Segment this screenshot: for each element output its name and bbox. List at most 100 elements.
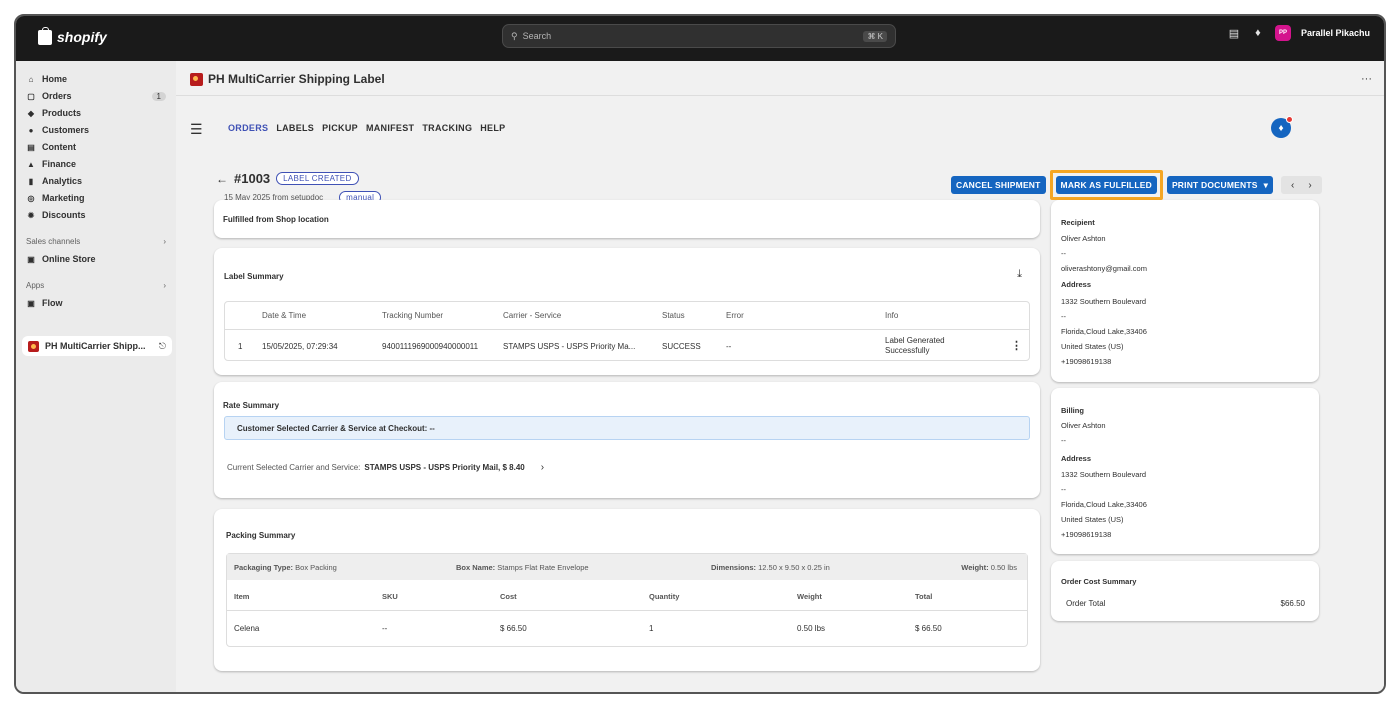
sales-channels-heading[interactable]: Sales channels › [26, 237, 166, 246]
col-error: Error [726, 311, 744, 320]
prev-arrow-icon[interactable]: ‹ [1291, 180, 1294, 191]
cost-summary-title: Order Cost Summary [1061, 577, 1137, 586]
sidebar-item-marketing[interactable]: ◎ Marketing [26, 190, 166, 206]
nav-pickup[interactable]: PICKUP [322, 123, 358, 133]
row-tracking[interactable]: 9400111969000940000011 [382, 342, 478, 351]
chat-icon[interactable]: ▤ [1227, 26, 1241, 40]
nav-help[interactable]: HELP [480, 123, 505, 133]
back-arrow-icon[interactable]: ← [216, 172, 228, 186]
order-total-label: Order Total [1066, 599, 1106, 608]
recipient-dash: -- [1061, 249, 1066, 258]
sidebar-item-flow[interactable]: ▣ Flow [26, 295, 166, 311]
rate-summary-card: Rate Summary Customer Selected Carrier &… [214, 382, 1040, 498]
sidebar-item-home[interactable]: ⌂ Home [26, 71, 166, 87]
app-window: shopify ⚲ Search ⌘ K ▤ ♦ PP Parallel Pik… [14, 14, 1386, 694]
recipient-phone: +19098619138 [1061, 357, 1112, 366]
sidebar-item-ph-multicarrier[interactable]: PH MultiCarrier Shipp... ⎋ [22, 336, 172, 356]
weight: Weight: 0.50 lbs [961, 563, 1017, 572]
person-icon: ● [28, 125, 34, 135]
app-icon [28, 340, 39, 352]
download-icon[interactable]: ⤓ [1017, 268, 1022, 281]
billing-country: United States (US) [1061, 515, 1124, 524]
action-buttons: CANCEL SHIPMENT MARK AS FULFILLED PRINT … [951, 170, 1322, 200]
customer-selected-text: Customer Selected Carrier & Service at C… [237, 424, 435, 433]
divider [227, 610, 1027, 611]
recipient-country: United States (US) [1061, 342, 1124, 351]
col-info: Info [885, 311, 899, 320]
sidebar-item-products[interactable]: ◆ Products [26, 105, 166, 121]
col-quantity: Quantity [649, 592, 680, 601]
app-nav: ORDERS LABELS PICKUP MANIFEST TRACKING H… [228, 123, 505, 133]
sidebar-item-finance[interactable]: ▲ Finance [26, 156, 166, 172]
menu-icon[interactable]: ☰ [190, 121, 203, 138]
cell-item: Celena [234, 624, 260, 633]
recipient-title: Recipient [1061, 218, 1095, 227]
next-arrow-icon[interactable]: › [1308, 180, 1311, 191]
shopify-logo[interactable]: shopify [38, 26, 107, 45]
sidebar-item-customers[interactable]: ● Customers [26, 122, 166, 138]
nav-labels[interactable]: LABELS [276, 123, 314, 133]
notification-bell-icon[interactable]: ♦ [1271, 116, 1293, 138]
recipient-line3: Florida,Cloud Lake,33406 [1061, 327, 1147, 336]
app-title: PH MultiCarrier Shipping Label [190, 72, 385, 86]
cell-weight: 0.50 lbs [797, 624, 826, 633]
mark-as-fulfilled-button[interactable]: MARK AS FULFILLED [1055, 176, 1157, 194]
cancel-shipment-button[interactable]: CANCEL SHIPMENT [951, 176, 1046, 194]
sidebar-item-analytics[interactable]: ▮ Analytics [26, 173, 166, 189]
print-documents-button[interactable]: PRINT DOCUMENTS ▾ [1166, 176, 1274, 194]
current-service-label: Current Selected Carrier and Service: [227, 463, 361, 472]
top-bar: shopify ⚲ Search ⌘ K ▤ ♦ PP Parallel Pik… [16, 16, 1384, 61]
sidebar-item-discounts[interactable]: ✹ Discounts [26, 207, 166, 223]
col-item: Item [234, 592, 250, 601]
bell-icon[interactable]: ♦ [1251, 26, 1265, 40]
recipient-address-title: Address [1061, 280, 1092, 289]
chevron-right-icon: › [163, 281, 166, 290]
packing-summary-card: Packing Summary Packaging Type: Box Pack… [214, 509, 1040, 671]
label-summary-card: Label Summary ⤓ Date & Time Tracking Num… [214, 248, 1040, 375]
order-header: ← #1003 LABEL CREATED [216, 171, 359, 186]
recipient-line1: 1332 Southern Boulevard [1061, 297, 1147, 306]
nav-orders[interactable]: ORDERS [228, 123, 268, 133]
cell-quantity: 1 [649, 624, 654, 633]
col-status: Status [662, 311, 685, 320]
divider [176, 95, 1384, 96]
store-icon: ▣ [27, 254, 35, 264]
recipient-email: oliverashtony@gmail.com [1061, 264, 1147, 273]
sidebar-item-content[interactable]: ▤ Content [26, 139, 166, 155]
chevron-right-icon: › [163, 237, 166, 246]
packing-info-bar: Packaging Type: Box Packing Box Name: St… [227, 554, 1027, 580]
avatar[interactable]: PP [1274, 25, 1291, 41]
pin-icon[interactable]: ⎋ [159, 341, 166, 352]
sidebar-item-online-store[interactable]: ▣ Online Store [26, 251, 166, 267]
row-menu-icon[interactable]: ⋮ [1011, 339, 1022, 352]
sidebar-item-orders[interactable]: ▢ Orders 1 [26, 88, 166, 104]
pagination-arrows: ‹ › [1281, 176, 1322, 194]
row-status: SUCCESS [662, 342, 701, 351]
current-service-row[interactable]: Current Selected Carrier and Service: ST… [227, 462, 544, 473]
billing-dash: -- [1061, 436, 1066, 445]
home-icon: ⌂ [28, 74, 34, 84]
billing-phone: +19098619138 [1061, 530, 1112, 539]
discount-icon: ✹ [27, 210, 35, 220]
more-icon[interactable]: ··· [1361, 73, 1372, 85]
shopify-bag-icon [38, 26, 52, 45]
nav-manifest[interactable]: MANIFEST [366, 123, 414, 133]
recipient-name: Oliver Ashton [1061, 234, 1106, 243]
nav-tracking[interactable]: TRACKING [422, 123, 472, 133]
orders-icon: ▢ [27, 91, 35, 101]
chevron-right-icon[interactable]: › [541, 462, 544, 473]
user-name[interactable]: Parallel Pikachu [1301, 28, 1370, 38]
search-input[interactable]: ⚲ Search ⌘ K [502, 24, 896, 48]
search-shortcut: ⌘ K [863, 30, 887, 42]
billing-name: Oliver Ashton [1061, 421, 1106, 430]
highlight-box: MARK AS FULFILLED [1049, 170, 1163, 200]
col-sku: SKU [382, 592, 398, 601]
logo-text: shopify [57, 29, 107, 45]
apps-heading[interactable]: Apps › [26, 281, 166, 290]
fulfilled-from-label: Fulfilled from Shop location [223, 215, 329, 224]
cell-cost: $ 66.50 [500, 624, 527, 633]
row-error: -- [726, 342, 732, 351]
col-carrier: Carrier - Service [503, 311, 562, 320]
row-date: 15/05/2025, 07:29:34 [262, 342, 338, 351]
chart-icon: ▮ [28, 176, 34, 186]
